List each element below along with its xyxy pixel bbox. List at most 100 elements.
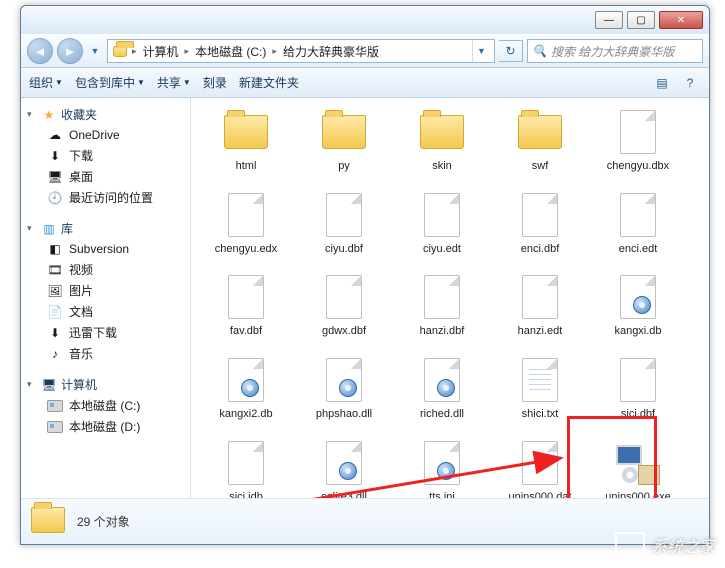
file-item[interactable]: hanzi.edt [501,273,579,338]
desktop-icon: 🖥 [47,169,63,185]
share-button[interactable]: 共享▼ [157,74,191,91]
titlebar: — ▢ ✕ [21,6,709,34]
file-item[interactable]: shici.txt [501,356,579,421]
file-icon [418,273,466,321]
file-item[interactable]: sqlite3.dll [305,439,383,498]
music-icon: ♪ [47,346,63,362]
burn-button[interactable]: 刻录 [203,74,227,91]
sidebar-item-videos[interactable]: 🎞视频 [21,259,190,280]
breadcrumb-seg[interactable]: 计算机 [141,43,181,60]
file-label: kangxi.db [614,325,661,338]
file-item[interactable]: swf [501,108,579,173]
sidebar-item-desktop[interactable]: 🖥桌面 [21,166,190,187]
address-bar[interactable]: ▸ 计算机 ▸ 本地磁盘 (C:) ▸ 给力大辞典豪华版 ▼ [107,39,495,63]
file-label: sici.idb [229,491,263,498]
file-item[interactable]: ciyu.edt [403,191,481,256]
include-button[interactable]: 包含到库中▼ [75,74,145,91]
sidebar-item-documents[interactable]: 📄文档 [21,301,190,322]
sidebar-item-music[interactable]: ♪音乐 [21,343,190,364]
status-bar: 29 个对象 [21,498,709,544]
breadcrumb-seg[interactable]: 给力大辞典豪华版 [281,43,381,60]
file-item[interactable]: tts.ini [403,439,481,498]
file-item[interactable]: kangxi.db [599,273,677,338]
computer-icon: 🖥 [41,377,57,393]
search-placeholder: 搜索 给力大辞典豪华版 [551,43,674,60]
file-icon [222,439,270,487]
file-item[interactable]: kangxi2.db [207,356,285,421]
minimize-button[interactable]: — [595,11,623,29]
file-icon [320,273,368,321]
file-item[interactable]: sici.dbf [599,356,677,421]
file-icon [516,273,564,321]
nav-forward-button[interactable]: ► [57,38,83,64]
breadcrumb-seg[interactable]: 本地磁盘 (C:) [193,43,268,60]
sidebar-item-xunlei[interactable]: ⬇迅雷下载 [21,322,190,343]
file-item[interactable]: enci.dbf [501,191,579,256]
file-label: ciyu.edt [423,243,461,256]
file-icon [222,191,270,239]
close-button[interactable]: ✕ [659,11,703,29]
sidebar-favorites: ▾★收藏夹 ☁OneDrive ⬇下载 🖥桌面 🕘最近访问的位置 [21,104,190,208]
file-item[interactable]: enci.edt [599,191,677,256]
file-icon [614,273,662,321]
file-item[interactable]: html [207,108,285,173]
help-button[interactable]: ? [679,73,701,93]
file-icon [222,356,270,404]
view-button[interactable]: ▤ [651,73,673,93]
file-label: skin [432,160,452,173]
newfolder-button[interactable]: 新建文件夹 [239,74,299,91]
file-icon [418,439,466,487]
file-icon [418,356,466,404]
sidebar-head-computer[interactable]: ▾🖥计算机 [21,374,190,395]
sidebar-item-subversion[interactable]: ◧Subversion [21,239,190,259]
maximize-button[interactable]: ▢ [627,11,655,29]
file-icon [516,191,564,239]
sidebar-libraries: ▾▥库 ◧Subversion 🎞视频 🖼图片 📄文档 ⬇迅雷下载 ♪音乐 [21,218,190,364]
file-item[interactable]: phpshao.dll [305,356,383,421]
sidebar-head-libraries[interactable]: ▾▥库 [21,218,190,239]
sidebar: ▾★收藏夹 ☁OneDrive ⬇下载 🖥桌面 🕘最近访问的位置 ▾▥库 ◧Su… [21,98,191,498]
file-item[interactable]: py [305,108,383,173]
file-item[interactable]: gdwx.dbf [305,273,383,338]
sidebar-item-downloads[interactable]: ⬇下载 [21,145,190,166]
annotation-box [567,416,657,498]
file-item[interactable]: ciyu.dbf [305,191,383,256]
file-item[interactable]: chengyu.dbx [599,108,677,173]
picture-icon: 🖼 [47,283,63,299]
file-item[interactable]: chengyu.edx [207,191,285,256]
sidebar-item-drive-d[interactable]: 本地磁盘 (D:) [21,416,190,437]
file-label: unins000.dat [509,491,572,498]
sidebar-computer: ▾🖥计算机 本地磁盘 (C:) 本地磁盘 (D:) [21,374,190,437]
file-label: enci.edt [619,243,658,256]
nav-row: ◄ ► ▼ ▸ 计算机 ▸ 本地磁盘 (C:) ▸ 给力大辞典豪华版 ▼ ↻ 🔍… [21,34,709,68]
file-label: chengyu.edx [215,243,277,256]
file-item[interactable]: riched.dll [403,356,481,421]
file-icon [320,108,368,156]
search-icon: 🔍 [532,44,547,58]
sidebar-item-drive-c[interactable]: 本地磁盘 (C:) [21,395,190,416]
refresh-button[interactable]: ↻ [499,40,523,62]
file-item[interactable]: fav.dbf [207,273,285,338]
sidebar-head-favorites[interactable]: ▾★收藏夹 [21,104,190,125]
sidebar-item-pictures[interactable]: 🖼图片 [21,280,190,301]
file-label: sqlite3.dll [321,491,367,498]
file-icon [320,191,368,239]
file-label: hanzi.edt [518,325,563,338]
file-label: shici.txt [522,408,559,421]
search-input[interactable]: 🔍 搜索 给力大辞典豪华版 [527,39,703,63]
svn-icon: ◧ [47,241,63,257]
file-item[interactable]: skin [403,108,481,173]
nav-history-button[interactable]: ▼ [87,41,103,61]
library-icon: ▥ [41,221,57,237]
organize-button[interactable]: 组织▼ [29,74,63,91]
toolbar: 组织▼ 包含到库中▼ 共享▼ 刻录 新建文件夹 ▤ ? [21,68,709,98]
nav-back-button[interactable]: ◄ [27,38,53,64]
file-pane[interactable]: htmlpy skin swf chengyu.dbx chengyu.edx ciyu.… [191,98,709,498]
file-item[interactable]: sici.idb [207,439,285,498]
addr-dropdown-button[interactable]: ▼ [472,40,490,62]
recent-icon: 🕘 [47,190,63,206]
file-icon [614,191,662,239]
file-item[interactable]: hanzi.dbf [403,273,481,338]
sidebar-item-onedrive[interactable]: ☁OneDrive [21,125,190,145]
sidebar-item-recent[interactable]: 🕘最近访问的位置 [21,187,190,208]
